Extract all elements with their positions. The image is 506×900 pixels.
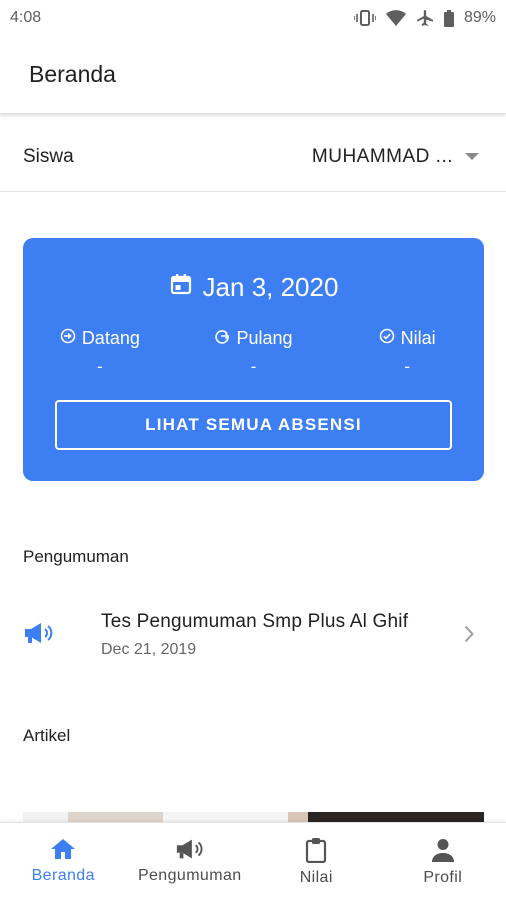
stat-label: Nilai	[400, 328, 436, 348]
dropdown-arrow-icon	[465, 153, 479, 160]
stat-value: -	[97, 357, 103, 376]
nav-label: Pengumuman	[137, 867, 242, 884]
vibrate-icon	[353, 10, 376, 26]
student-selected-value: MUHAMMAD ...	[311, 145, 453, 167]
status-time: 4:08	[10, 9, 42, 26]
nav-item-pengumuman[interactable]: Pengumuman	[127, 823, 254, 900]
announcements-section-title: Pengumuman	[23, 547, 129, 566]
logout-icon	[214, 328, 230, 349]
stat-pulang: Pulang -	[177, 328, 331, 377]
attendance-card: Jan 3, 2020 Datang - Pulang - Nilai - LI…	[23, 238, 484, 481]
student-selector-row: Siswa MUHAMMAD ...	[0, 122, 506, 192]
nav-item-nilai[interactable]: Nilai	[253, 823, 380, 900]
megaphone-icon	[175, 837, 205, 867]
wifi-icon	[385, 10, 406, 26]
battery-icon	[443, 9, 454, 27]
nav-item-profil[interactable]: Profil	[380, 823, 506, 900]
megaphone-icon	[23, 621, 55, 650]
article-thumbnails-strip[interactable]	[23, 812, 484, 822]
articles-section-title: Artikel	[23, 726, 71, 745]
clipboard-icon	[304, 837, 328, 869]
airplane-icon	[416, 9, 434, 27]
attendance-stats: Datang - Pulang - Nilai -	[23, 328, 484, 377]
stat-label: Pulang	[236, 328, 293, 348]
student-label: Siswa	[23, 145, 74, 167]
app-bar: Beranda	[0, 36, 506, 114]
status-bar: 4:08 89%	[0, 0, 506, 36]
check-circle-icon	[379, 328, 395, 349]
announcement-date: Dec 21, 2019	[101, 641, 197, 658]
student-dropdown[interactable]: MUHAMMAD ...	[312, 146, 479, 168]
chevron-right-icon	[464, 625, 474, 648]
nav-label: Profil	[423, 869, 463, 886]
stat-nilai: Nilai -	[330, 328, 484, 377]
announcement-list-item[interactable]: Tes Pengumuman Smp Plus Al Ghif Dec 21, …	[0, 595, 506, 675]
login-icon	[60, 328, 76, 349]
nav-item-beranda[interactable]: Beranda	[0, 823, 127, 900]
announcement-content: Tes Pengumuman Smp Plus Al Ghif Dec 21, …	[101, 611, 506, 659]
stat-label: Datang	[81, 328, 140, 348]
see-all-attendance-button[interactable]: LIHAT SEMUA ABSENSI	[55, 400, 452, 450]
stat-value: -	[250, 357, 257, 376]
page-title: Beranda	[29, 61, 116, 87]
stat-value: -	[404, 357, 411, 376]
nav-label: Nilai	[299, 869, 333, 886]
person-icon	[430, 837, 456, 869]
calendar-icon	[169, 272, 193, 303]
status-icons: 89%	[353, 9, 496, 27]
attendance-date-text: Jan 3, 2020	[202, 272, 339, 302]
home-icon	[50, 837, 76, 867]
battery-percent: 89%	[463, 9, 496, 26]
nav-label: Beranda	[31, 867, 95, 884]
bottom-navigation: Beranda Pengumuman Nilai Profil	[0, 822, 506, 900]
stat-datang: Datang -	[23, 328, 177, 377]
attendance-date: Jan 3, 2020	[23, 272, 484, 303]
announcement-title: Tes Pengumuman Smp Plus Al Ghif	[101, 611, 409, 632]
